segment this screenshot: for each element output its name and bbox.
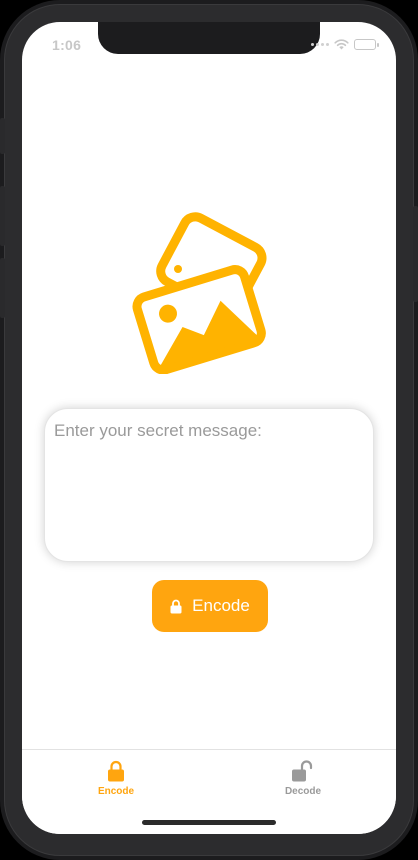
signal-icon bbox=[311, 43, 329, 46]
volume-up-button bbox=[0, 186, 5, 246]
home-indicator[interactable] bbox=[142, 820, 276, 825]
encode-button[interactable]: Encode bbox=[152, 580, 268, 632]
battery-icon bbox=[354, 39, 379, 50]
photos-icon bbox=[132, 212, 267, 374]
status-time: 1:06 bbox=[52, 37, 82, 53]
status-icons bbox=[311, 39, 379, 50]
power-button bbox=[413, 206, 418, 302]
lock-closed-icon bbox=[108, 760, 124, 782]
volume-down-button bbox=[0, 258, 5, 318]
silent-switch bbox=[0, 118, 5, 154]
encode-button-label: Encode bbox=[192, 596, 250, 615]
tab-decode-label: Decode bbox=[284, 786, 322, 797]
lock-open-icon bbox=[292, 760, 313, 782]
notch bbox=[98, 22, 320, 54]
device-frame: 1:06 Enter your secret message: Encode E… bbox=[0, 0, 418, 860]
app-screen: 1:06 Enter your secret message: Encode E… bbox=[22, 22, 396, 834]
tab-encode-label: Encode bbox=[97, 786, 135, 797]
lock-icon bbox=[170, 599, 182, 613]
wifi-icon bbox=[334, 39, 349, 50]
tab-encode[interactable]: Encode bbox=[76, 760, 156, 802]
secret-message-input[interactable] bbox=[44, 408, 374, 562]
tab-decode[interactable]: Decode bbox=[263, 760, 343, 802]
